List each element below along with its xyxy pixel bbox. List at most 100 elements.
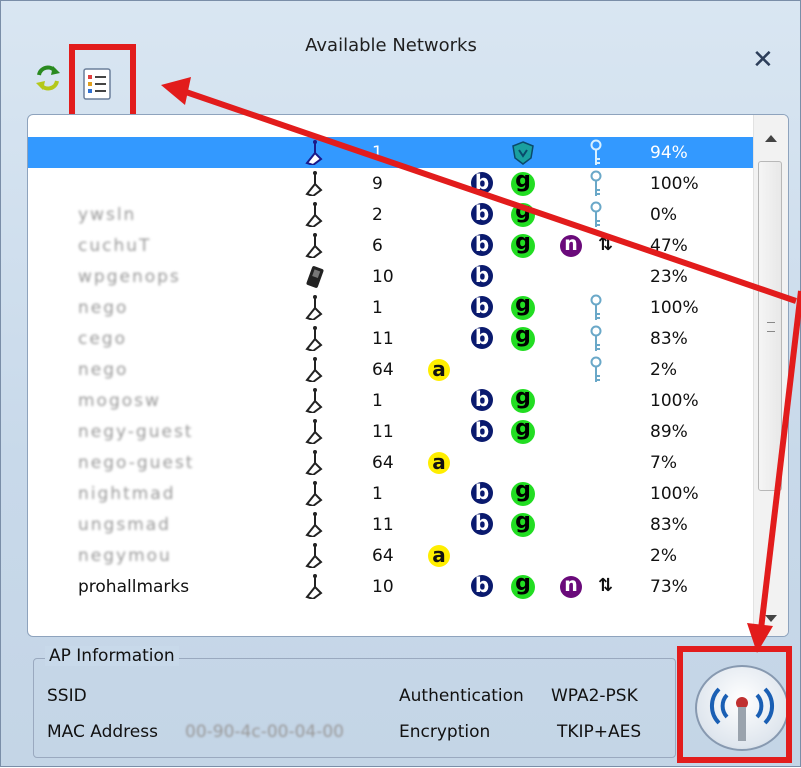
band-b-icon: b bbox=[471, 513, 493, 535]
network-channel: 1 bbox=[372, 391, 383, 411]
key-icon bbox=[590, 325, 602, 351]
network-row[interactable]: wpgenops 10 b 23% bbox=[28, 261, 755, 292]
access-point-icon bbox=[305, 419, 323, 444]
encryption-value: TKIP+AES bbox=[557, 722, 642, 742]
network-ssid: wpgenops bbox=[78, 267, 181, 287]
access-point-icon bbox=[305, 574, 323, 599]
key-icon bbox=[590, 170, 602, 196]
network-row[interactable]: ungsmad 11 b g 83% bbox=[28, 509, 755, 540]
scroll-down-arrow-icon[interactable] bbox=[765, 615, 777, 622]
key-icon bbox=[590, 356, 602, 382]
band-g-icon: g bbox=[511, 418, 535, 444]
network-channel: 1 bbox=[372, 143, 383, 163]
signal-strength: 7% bbox=[650, 453, 677, 473]
access-point-icon bbox=[305, 388, 323, 413]
band-b-icon: b bbox=[471, 327, 493, 349]
band-b-icon: b bbox=[471, 482, 493, 504]
direction-arrows-icon: ⇅ bbox=[598, 575, 614, 596]
signal-strength: 23% bbox=[650, 267, 688, 287]
network-list-panel: 1 94% 9 b g 100% ywsln 2 b g 0% cuchuT 6 b g n ⇅ 47% wpgen… bbox=[27, 114, 789, 637]
band-g-icon: g bbox=[511, 480, 535, 506]
signal-strength: 73% bbox=[650, 577, 688, 597]
network-row[interactable]: 9 b g 100% bbox=[28, 168, 755, 199]
key-icon bbox=[590, 139, 602, 165]
network-row[interactable]: negymou 64 a 2% bbox=[28, 540, 755, 571]
network-channel: 11 bbox=[372, 422, 394, 442]
signal-strength: 0% bbox=[650, 205, 677, 225]
network-channel: 9 bbox=[372, 174, 383, 194]
signal-strength: 2% bbox=[650, 546, 677, 566]
band-b-icon: b bbox=[471, 575, 493, 597]
encryption-label: Encryption bbox=[399, 722, 491, 742]
network-ssid: negy-guest bbox=[78, 422, 194, 442]
band-b-icon: b bbox=[471, 265, 493, 287]
ssid-label: SSID bbox=[47, 686, 87, 706]
network-ssid: ywsln bbox=[78, 205, 137, 225]
network-row[interactable]: ywsln 2 b g 0% bbox=[28, 199, 755, 230]
band-g-icon: g bbox=[511, 325, 535, 351]
network-channel: 10 bbox=[372, 577, 394, 597]
vertical-scrollbar[interactable] bbox=[753, 115, 788, 636]
band-g-icon: g bbox=[511, 511, 535, 537]
grip-icon bbox=[767, 322, 775, 332]
window-title: Available Networks bbox=[305, 35, 477, 56]
network-row[interactable]: nego-guest 64 a 7% bbox=[28, 447, 755, 478]
access-point-icon bbox=[305, 171, 323, 196]
band-g-shield-icon bbox=[512, 141, 534, 165]
network-row[interactable]: prohallmarks 10 b g n ⇅ 73% bbox=[28, 571, 755, 602]
network-row[interactable]: nego 64 a 2% bbox=[28, 354, 755, 385]
network-ssid: ungsmad bbox=[78, 515, 171, 535]
network-channel: 64 bbox=[372, 453, 394, 473]
scroll-up-arrow-icon[interactable] bbox=[765, 135, 777, 142]
band-g-icon: g bbox=[511, 170, 535, 196]
ap-signal-button[interactable] bbox=[695, 665, 789, 751]
band-n-icon: n bbox=[560, 235, 582, 257]
access-point-icon bbox=[305, 512, 323, 537]
network-row[interactable]: cuchuT 6 b g n ⇅ 47% bbox=[28, 230, 755, 261]
key-icon bbox=[590, 294, 602, 320]
network-row[interactable]: nego 1 b g 100% bbox=[28, 292, 755, 323]
network-row[interactable]: cego 11 b g 83% bbox=[28, 323, 755, 354]
key-icon bbox=[590, 201, 602, 227]
direction-arrows-icon: ⇅ bbox=[598, 234, 614, 255]
network-ssid: cuchuT bbox=[78, 236, 152, 256]
band-g-icon: g bbox=[511, 201, 535, 227]
network-channel: 64 bbox=[372, 546, 394, 566]
authentication-value: WPA2-PSK bbox=[551, 686, 638, 706]
network-channel: 10 bbox=[372, 267, 394, 287]
band-b-icon: b bbox=[471, 296, 493, 318]
network-ssid: negymou bbox=[78, 546, 172, 566]
band-g-icon: g bbox=[511, 573, 535, 599]
access-point-icon bbox=[305, 202, 323, 227]
ap-information-label: AP Information bbox=[45, 646, 179, 666]
window-frame: Available Networks ✕ 1 94% 9 b g 100% ywsln 2 b g… bbox=[0, 0, 801, 767]
ap-information-group bbox=[33, 658, 676, 758]
phone-device-icon bbox=[306, 266, 324, 288]
network-channel: 2 bbox=[372, 205, 383, 225]
network-row[interactable]: nightmad 1 b g 100% bbox=[28, 478, 755, 509]
band-g-icon: g bbox=[511, 387, 535, 413]
network-row[interactable]: mogosw 1 b g 100% bbox=[28, 385, 755, 416]
refresh-icon[interactable] bbox=[33, 63, 63, 93]
network-ssid: prohallmarks bbox=[78, 577, 190, 597]
signal-strength: 100% bbox=[650, 484, 699, 504]
signal-strength: 94% bbox=[650, 143, 688, 163]
access-point-icon bbox=[305, 233, 323, 258]
signal-strength: 2% bbox=[650, 360, 677, 380]
network-channel: 11 bbox=[372, 329, 394, 349]
network-ssid: cego bbox=[78, 329, 127, 349]
network-row[interactable]: 1 94% bbox=[28, 137, 755, 168]
list-view-icon[interactable] bbox=[81, 67, 115, 101]
network-ssid: nightmad bbox=[78, 484, 176, 504]
signal-strength: 89% bbox=[650, 422, 688, 442]
network-row[interactable]: negy-guest 11 b g 89% bbox=[28, 416, 755, 447]
band-b-icon: b bbox=[471, 172, 493, 194]
wireless-antenna-icon bbox=[709, 687, 775, 741]
access-point-icon bbox=[305, 543, 323, 568]
band-a-icon: a bbox=[428, 452, 450, 474]
signal-strength: 100% bbox=[650, 391, 699, 411]
close-icon[interactable]: ✕ bbox=[752, 47, 774, 73]
scrollbar-thumb[interactable] bbox=[758, 161, 782, 491]
network-ssid: nego bbox=[78, 360, 129, 380]
network-channel: 64 bbox=[372, 360, 394, 380]
